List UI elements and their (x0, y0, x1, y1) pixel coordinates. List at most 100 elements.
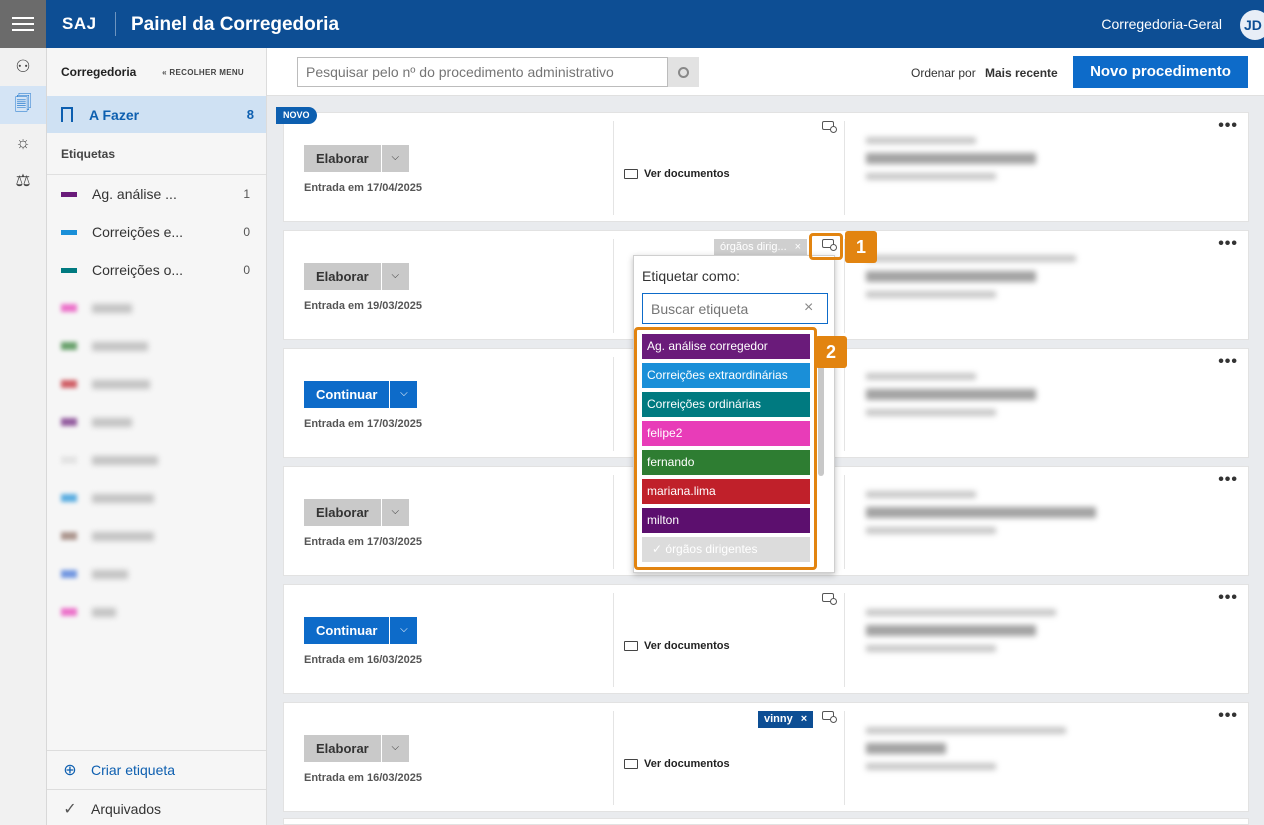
blurred-tag-label (92, 455, 158, 465)
action-button-group: Elaborar ⌵ (304, 499, 409, 526)
more-options-icon[interactable]: ••• (1218, 589, 1238, 607)
tag-color-swatch (61, 456, 77, 464)
user-name[interactable]: Corregedoria-Geral (1101, 16, 1222, 32)
sidebar-tag-item-blurred[interactable] (47, 403, 266, 441)
view-documents-label: Ver documentos (644, 640, 730, 652)
continuar-button[interactable]: Continuar (304, 617, 390, 644)
blurred-tag-label (92, 303, 132, 313)
toolbar: Ordenar por Mais recente Novo procedimen… (267, 48, 1264, 96)
tag-color-swatch (61, 304, 77, 312)
elaborar-button[interactable]: Elaborar (304, 263, 381, 290)
avatar[interactable]: JD (1240, 10, 1264, 40)
entry-date: Entrada em 16/03/2025 (304, 772, 423, 784)
entry-date: Entrada em 17/04/2025 (304, 182, 423, 194)
sidebar-tag-item-blurred[interactable] (47, 289, 266, 327)
remove-tag-icon[interactable]: × (801, 711, 807, 728)
blurred-procedure-info (866, 255, 1076, 298)
blurred-tag-label (92, 569, 128, 579)
annotation-number-2: 2 (815, 336, 847, 368)
chevron-down-icon[interactable]: ⌵ (381, 735, 409, 762)
brand-divider (115, 12, 116, 36)
view-documents-link[interactable]: Ver documentos (624, 168, 730, 180)
blurred-tag-label (92, 417, 132, 427)
more-options-icon[interactable]: ••• (1218, 707, 1238, 725)
hamburger-menu-icon[interactable] (0, 0, 46, 48)
sidebar-tag-item[interactable]: Correições e... 0 (47, 213, 266, 251)
chevron-down-icon[interactable]: ⌵ (381, 499, 409, 526)
action-button-group: Elaborar ⌵ (304, 145, 409, 172)
sidebar-tag-item-blurred[interactable] (47, 479, 266, 517)
annotation-highlight-1 (809, 233, 843, 260)
tag-icon[interactable] (822, 593, 837, 605)
tag-icon[interactable] (822, 121, 837, 133)
card-divider (844, 121, 845, 215)
order-select[interactable]: Mais recente (985, 66, 1058, 80)
tag-chip-label: órgãos dirig... (720, 241, 787, 253)
scales-icon[interactable]: ⚖ (0, 162, 46, 200)
icon-rail: ⚇ 🗐 ☼ ⚖ (0, 48, 47, 825)
chevron-down-icon[interactable]: ⌵ (381, 263, 409, 290)
tag-search-input[interactable] (642, 293, 828, 324)
tag-color-swatch (61, 229, 77, 235)
tag-icon[interactable] (822, 711, 837, 723)
search-input[interactable] (297, 57, 668, 87)
search-button[interactable] (668, 57, 699, 87)
new-procedure-button[interactable]: Novo procedimento (1073, 56, 1248, 88)
elaborar-button[interactable]: Elaborar (304, 499, 381, 526)
tag-color-swatch (61, 267, 77, 273)
view-documents-label: Ver documentos (644, 168, 730, 180)
continuar-button[interactable]: Continuar (304, 381, 390, 408)
more-options-icon[interactable]: ••• (1218, 235, 1238, 253)
action-button-group: Elaborar ⌵ (304, 735, 409, 762)
sidebar-header: Corregedoria « RECOLHER MENU (47, 48, 266, 96)
tag-color-swatch (61, 608, 77, 616)
blurred-tag-label (92, 531, 154, 541)
blurred-tag-label (92, 607, 116, 617)
sidebar-tag-item-blurred[interactable] (47, 517, 266, 555)
archived-button[interactable]: ✓ Arquivados (47, 789, 266, 825)
chevron-down-icon[interactable]: ⌵ (390, 617, 418, 644)
remove-tag-icon[interactable]: × (795, 239, 801, 256)
card-divider (613, 711, 614, 805)
tag-color-swatch (61, 532, 77, 540)
more-options-icon[interactable]: ••• (1218, 353, 1238, 371)
tag-label: Ag. análise ... (92, 186, 177, 202)
sidebar-item-todo[interactable]: A Fazer 8 (47, 96, 266, 133)
sidebar-tag-item-blurred[interactable] (47, 555, 266, 593)
sidebar-tag-item-blurred[interactable] (47, 365, 266, 403)
create-tag-button[interactable]: ⊕ Criar etiqueta (47, 750, 266, 788)
more-options-icon[interactable]: ••• (1218, 117, 1238, 135)
handshake-icon[interactable]: ☼ (0, 124, 46, 162)
archived-label: Arquivados (91, 800, 162, 817)
card-divider (844, 475, 845, 569)
folder-icon (624, 169, 638, 179)
folder-icon (624, 759, 638, 769)
card-divider (844, 593, 845, 687)
people-icon[interactable]: ⚇ (0, 48, 46, 86)
annotation-highlight-2 (634, 327, 817, 570)
card-divider (613, 239, 614, 333)
blurred-tag-label (92, 341, 148, 351)
entry-date: Entrada em 17/03/2025 (304, 418, 423, 430)
more-options-icon[interactable]: ••• (1218, 471, 1238, 489)
sidebar-tag-item[interactable]: Correições o... 0 (47, 251, 266, 289)
sidebar-tag-item[interactable]: Ag. análise ... 1 (47, 175, 266, 213)
view-documents-link[interactable]: Ver documentos (624, 640, 730, 652)
tag-color-swatch (61, 570, 77, 578)
collapse-menu-button[interactable]: « RECOLHER MENU (162, 68, 244, 77)
chevron-down-icon[interactable]: ⌵ (381, 145, 409, 172)
view-documents-link[interactable]: Ver documentos (624, 758, 730, 770)
procedure-card: Continuar ⌵ Entrada em 16/03/2025 Ver do… (283, 584, 1249, 694)
clear-icon[interactable]: × (804, 299, 813, 317)
elaborar-button[interactable]: Elaborar (304, 735, 381, 762)
document-search-icon[interactable]: 🗐 (0, 86, 46, 124)
add-tag-icon: ⊕ (63, 761, 77, 779)
chevron-down-icon[interactable]: ⌵ (390, 381, 418, 408)
sidebar-tag-item-blurred[interactable] (47, 327, 266, 365)
sidebar-tag-item-blurred[interactable] (47, 441, 266, 479)
tag-chip[interactable]: vinny × (758, 711, 814, 728)
tag-chip[interactable]: órgãos dirig... × (714, 239, 808, 256)
sidebar-tag-item-blurred[interactable] (47, 593, 266, 631)
top-bar: SAJ Painel da Corregedoria Corregedoria-… (0, 0, 1264, 48)
elaborar-button[interactable]: Elaborar (304, 145, 381, 172)
